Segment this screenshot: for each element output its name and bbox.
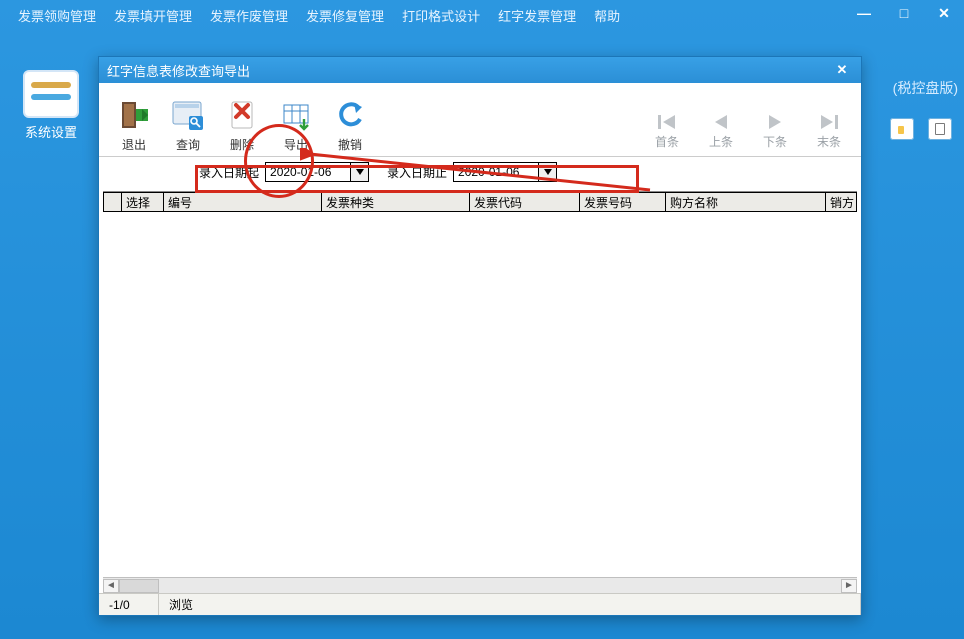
dialog-close-button[interactable]: ✕ <box>831 60 853 80</box>
nav-first-button[interactable]: 首条 <box>645 113 689 150</box>
date-from-label: 录入日期起 <box>199 164 259 181</box>
export-button[interactable]: 导出 <box>269 88 323 152</box>
undo-label: 撤销 <box>338 136 362 152</box>
dropdown-arrow-icon[interactable] <box>350 163 368 181</box>
col-invoice-code[interactable]: 发票代码 <box>470 192 580 211</box>
status-counter: -1/0 <box>99 594 159 615</box>
status-bar: -1/0 浏览 <box>99 593 861 615</box>
dialog-toolbar: 退出 查询 删除 导出 <box>99 83 861 157</box>
data-grid[interactable]: 选择 编号 发票种类 发票代码 发票号码 购方名称 销方 ▶ ◄ ► <box>103 191 857 593</box>
menu-print-format[interactable]: 打印格式设计 <box>394 2 488 26</box>
nav-last-button[interactable]: 末条 <box>807 113 851 150</box>
nav-prev-button[interactable]: 上条 <box>699 113 743 150</box>
col-number[interactable]: 编号 <box>164 192 322 211</box>
lock-icon[interactable] <box>890 118 914 140</box>
nav-prev-icon <box>709 113 733 131</box>
grid-body[interactable] <box>103 212 857 577</box>
exit-icon <box>117 98 151 132</box>
dialog-title: 红字信息表修改查询导出 <box>107 61 250 80</box>
minimize-button[interactable]: — <box>844 0 884 26</box>
delete-button[interactable]: 删除 <box>215 88 269 152</box>
menu-invoice-void[interactable]: 发票作废管理 <box>202 2 296 26</box>
col-indicator <box>103 192 122 211</box>
nav-next-icon <box>763 113 787 131</box>
col-buyer-name[interactable]: 购方名称 <box>666 192 826 211</box>
dropdown-arrow-icon[interactable] <box>538 163 556 181</box>
nav-first-icon <box>655 113 679 131</box>
tray-icons <box>890 118 952 140</box>
menu-help[interactable]: 帮助 <box>586 2 628 26</box>
menu-invoice-fill[interactable]: 发票填开管理 <box>106 2 200 26</box>
undo-button[interactable]: 撤销 <box>323 88 377 152</box>
nav-last-icon <box>817 113 841 131</box>
maximize-button[interactable]: □ <box>884 0 924 26</box>
horizontal-scrollbar[interactable]: ◄ ► <box>103 577 857 593</box>
undo-icon <box>333 98 367 132</box>
menu-red-invoice[interactable]: 红字发票管理 <box>490 2 584 26</box>
window-controls: — □ ✕ <box>844 0 964 26</box>
date-to-label: 录入日期止 <box>387 164 447 181</box>
scroll-left-button[interactable]: ◄ <box>103 579 119 593</box>
query-label: 查询 <box>176 136 200 152</box>
record-nav: 首条 上条 下条 末条 <box>645 113 851 150</box>
col-select[interactable]: 选择 <box>122 192 164 211</box>
date-from-input[interactable] <box>266 165 350 179</box>
col-invoice-type[interactable]: 发票种类 <box>322 192 470 211</box>
main-window: — □ ✕ 发票领购管理 发票填开管理 发票作废管理 发票修复管理 打印格式设计… <box>0 0 964 639</box>
close-button[interactable]: ✕ <box>924 0 964 26</box>
nav-next-label: 下条 <box>763 133 787 150</box>
export-icon <box>279 98 313 132</box>
scroll-right-button[interactable]: ► <box>841 579 857 593</box>
date-from-combo[interactable] <box>265 162 369 182</box>
query-button[interactable]: 查询 <box>161 88 215 152</box>
nav-prev-label: 上条 <box>709 133 733 150</box>
grid-header: 选择 编号 发票种类 发票代码 发票号码 购方名称 销方 <box>103 192 857 212</box>
delete-label: 删除 <box>230 136 254 152</box>
menu-invoice-purchase[interactable]: 发票领购管理 <box>10 2 104 26</box>
query-dialog: 红字信息表修改查询导出 ✕ 退出 查询 <box>98 56 862 616</box>
scroll-thumb[interactable] <box>119 579 159 593</box>
menu-bar: 发票领购管理 发票填开管理 发票作废管理 发票修复管理 打印格式设计 红字发票管… <box>10 2 628 26</box>
filter-row: 录入日期起 录入日期止 <box>99 157 861 187</box>
date-to-input[interactable] <box>454 165 538 179</box>
menu-invoice-repair[interactable]: 发票修复管理 <box>298 2 392 26</box>
col-invoice-no[interactable]: 发票号码 <box>580 192 666 211</box>
nav-last-label: 末条 <box>817 133 841 150</box>
delete-icon <box>225 98 259 132</box>
nav-first-label: 首条 <box>655 133 679 150</box>
settings-label: 系统设置 <box>8 122 94 141</box>
exit-label: 退出 <box>122 136 146 152</box>
clipboard-icon[interactable] <box>928 118 952 140</box>
edition-badge: (税控盘版) <box>893 78 958 98</box>
status-mode: 浏览 <box>159 594 861 615</box>
settings-icon[interactable] <box>23 70 79 118</box>
exit-button[interactable]: 退出 <box>107 88 161 152</box>
left-rail: 系统设置 <box>8 70 94 141</box>
query-icon <box>171 98 205 132</box>
nav-next-button[interactable]: 下条 <box>753 113 797 150</box>
date-to-combo[interactable] <box>453 162 557 182</box>
col-seller[interactable]: 销方 <box>826 192 857 211</box>
dialog-titlebar[interactable]: 红字信息表修改查询导出 ✕ <box>99 57 861 83</box>
export-label: 导出 <box>284 136 308 152</box>
